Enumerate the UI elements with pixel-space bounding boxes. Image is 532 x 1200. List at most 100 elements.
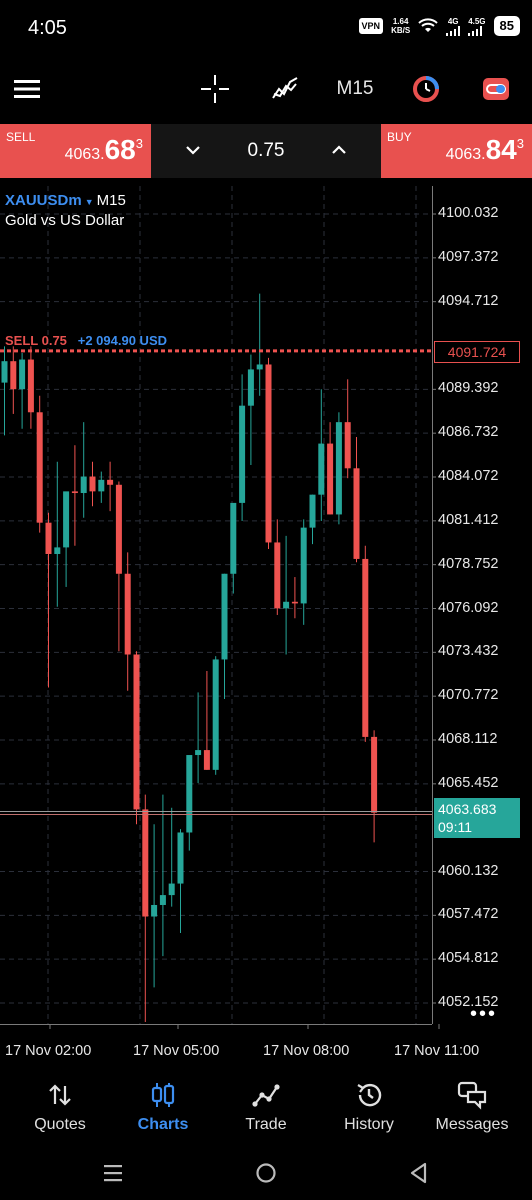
analytics-button[interactable] xyxy=(410,72,442,106)
candle-bullish xyxy=(186,755,193,833)
indicators-button[interactable] xyxy=(268,72,302,106)
time-tick-label: 17 Nov 05:00 xyxy=(133,1043,220,1059)
sell-button[interactable]: SELL 4063.683 xyxy=(0,124,151,178)
candle-bullish xyxy=(54,547,61,554)
candle-bullish xyxy=(300,527,307,604)
price-tick-label: 4081.412 xyxy=(438,511,499,528)
price-tick-label: 4060.132 xyxy=(438,862,499,879)
price-chart[interactable]: XAUUSDm ▼ M15 Gold vs US Dollar SELL 0.75 … xyxy=(0,186,532,1066)
candle-bearish xyxy=(36,412,43,523)
speed-unit: KB/S xyxy=(391,26,411,35)
position-line-label[interactable]: SELL 0.75 +2 094.90 USD xyxy=(5,333,167,348)
sell-price: 4063.683 xyxy=(65,134,143,166)
status-icons: VPN 1.64 KB/S 4G 4.5G 85 xyxy=(358,16,520,36)
candle-bearish xyxy=(115,484,122,574)
price-tick-label: 4068.112 xyxy=(438,731,498,747)
price-tick-label: 4084.072 xyxy=(438,468,499,484)
nav-trade[interactable]: Trade xyxy=(213,1072,319,1142)
candle-bearish xyxy=(142,809,149,917)
candle-bullish xyxy=(239,405,246,503)
chat-bubbles-icon xyxy=(457,1081,487,1110)
back-icon[interactable] xyxy=(406,1160,432,1186)
time-tick-label: 17 Nov 02:00 xyxy=(5,1043,92,1059)
price-tick-label: 4065.452 xyxy=(438,774,499,791)
candle-bearish xyxy=(344,422,351,469)
price-tick-label: 4086.732 xyxy=(438,424,499,441)
nav-charts[interactable]: Charts xyxy=(110,1072,216,1142)
nav-label: Messages xyxy=(435,1116,509,1133)
price-tick-label: 4089.392 xyxy=(438,380,499,397)
crosshair-icon xyxy=(201,75,229,103)
buy-button[interactable]: BUY 4063.843 xyxy=(381,124,532,178)
candle-bearish xyxy=(371,736,378,813)
symbol-selector[interactable]: XAUUSDm ▼ M15 xyxy=(5,192,126,209)
sell-price-small: 4063. xyxy=(64,146,105,163)
candle-bullish xyxy=(230,502,237,574)
candle-bullish xyxy=(177,832,184,884)
wifi-icon xyxy=(418,18,438,32)
symbol-name: XAUUSDm xyxy=(5,192,82,209)
one-click-trade-icon xyxy=(483,78,509,100)
candle-bearish xyxy=(45,522,52,554)
network-speed: 1.64 KB/S xyxy=(391,17,410,35)
candle-bearish xyxy=(265,364,272,543)
candle-bullish xyxy=(283,601,290,609)
candle-bearish xyxy=(133,654,140,810)
home-icon[interactable] xyxy=(253,1160,279,1186)
symbol-timeframe: M15 xyxy=(96,192,126,209)
candlestick-chart[interactable] xyxy=(0,186,532,1066)
candle-bullish xyxy=(19,359,26,390)
candle-bearish xyxy=(27,359,34,413)
price-tick-label: 4073.432 xyxy=(438,643,499,660)
chart-toolbar: M15 xyxy=(0,58,532,120)
candle-bearish xyxy=(327,443,334,515)
price-tick-label: 4100.032 xyxy=(438,205,499,221)
candle-bearish xyxy=(291,601,298,604)
position-side: SELL 0.75 xyxy=(5,333,67,348)
sell-label: SELL xyxy=(6,130,36,144)
candle-bullish xyxy=(335,422,342,515)
candle-bullish xyxy=(168,883,175,896)
price-tick-label: 4076.092 xyxy=(438,599,499,616)
nav-history[interactable]: History xyxy=(316,1072,422,1142)
candle-bearish xyxy=(203,750,210,770)
candle-bearish xyxy=(107,479,114,485)
dropdown-arrow-icon: ▼ xyxy=(84,197,94,207)
candle-bearish xyxy=(10,361,17,390)
speed-value: 1.64 xyxy=(392,17,409,26)
nav-label: Quotes xyxy=(34,1116,86,1133)
vpn-badge: VPN xyxy=(358,18,384,34)
candle-bullish xyxy=(151,904,158,917)
candle-bearish xyxy=(274,542,281,609)
nav-label: Trade xyxy=(245,1116,287,1133)
history-icon xyxy=(357,1083,382,1107)
cell-signal-icon xyxy=(446,25,461,36)
status-time: 4:05 xyxy=(28,17,67,39)
menu-button[interactable] xyxy=(12,72,42,106)
buy-price-sup: 3 xyxy=(516,136,524,151)
price-tick-label: 4057.472 xyxy=(438,906,499,923)
trend-line-icon xyxy=(252,1084,280,1107)
candle-bearish xyxy=(362,558,369,737)
bar-countdown: 09:11 xyxy=(438,819,472,835)
candle-bullish xyxy=(212,659,219,770)
recent-apps-icon[interactable] xyxy=(100,1160,126,1186)
chevron-up-icon[interactable] xyxy=(327,138,351,162)
candle-bullish xyxy=(309,494,316,528)
nav-quotes[interactable]: Quotes xyxy=(7,1072,113,1142)
cell-signal-icon xyxy=(468,25,483,36)
bid-price-tag: 4063.683 09:11 xyxy=(434,798,520,838)
nav-messages[interactable]: Messages xyxy=(419,1072,525,1142)
signal-1: 4G xyxy=(446,17,461,36)
candlestick-icon xyxy=(151,1083,175,1107)
candle-bullish xyxy=(80,476,87,494)
more-options-button[interactable]: ••• xyxy=(470,1003,497,1026)
candle-bullish xyxy=(1,361,8,383)
sell-price-big: 68 xyxy=(104,134,136,165)
one-click-trading-button[interactable] xyxy=(480,72,512,106)
buy-price-big: 84 xyxy=(485,134,517,165)
crosshair-button[interactable] xyxy=(199,72,231,106)
signal-2: 4.5G xyxy=(468,17,486,36)
lot-selector: 0.75 xyxy=(151,124,381,178)
timeframe-button[interactable]: M15 xyxy=(330,72,380,106)
